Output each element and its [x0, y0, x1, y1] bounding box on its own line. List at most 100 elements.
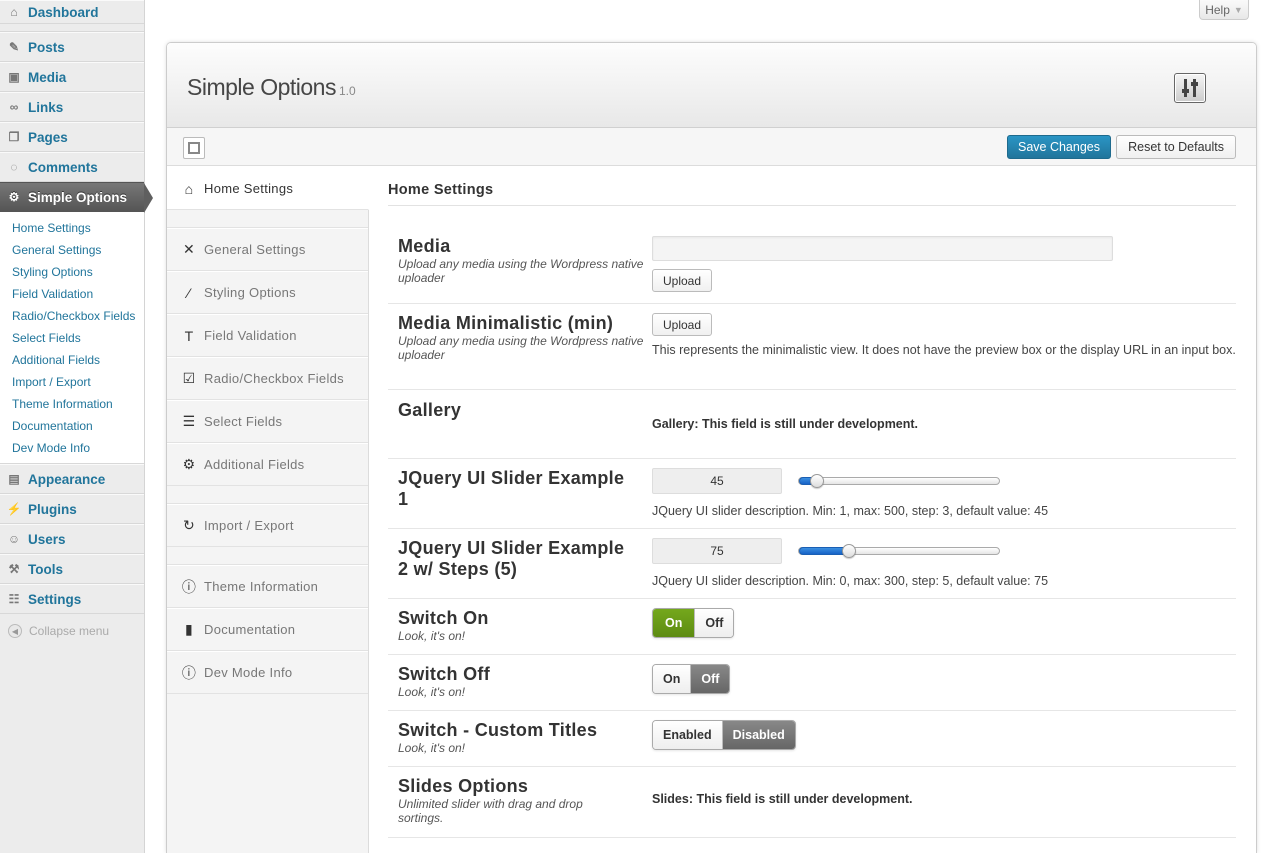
- menu-links[interactable]: ∞ Links: [0, 92, 144, 122]
- menu-settings[interactable]: ☷ Settings: [0, 584, 144, 614]
- nav-gap: [167, 486, 368, 504]
- switch-on-option[interactable]: On: [653, 609, 695, 637]
- menu-pages[interactable]: ❐ Pages: [0, 122, 144, 152]
- tab-dev-mode-info[interactable]: ⓘ Dev Mode Info: [167, 651, 368, 694]
- submenu-item[interactable]: Field Validation: [0, 283, 144, 305]
- menu-media[interactable]: ▣ Media: [0, 62, 144, 92]
- tab-label: General Settings: [204, 242, 306, 257]
- field-label-block: Switch - Custom Titles Look, it's on!: [398, 720, 652, 766]
- submenu-item[interactable]: Home Settings: [0, 217, 144, 239]
- submenu-item[interactable]: Select Fields: [0, 327, 144, 349]
- field-control: 75 JQuery UI slider description. Min: 0,…: [652, 538, 1236, 598]
- row-switch-custom: Switch - Custom Titles Look, it's on! En…: [388, 711, 1236, 767]
- switch-off-option[interactable]: Off: [690, 665, 730, 693]
- comment-icon: ◌: [10, 160, 18, 174]
- submenu-item[interactable]: Dev Mode Info: [0, 437, 144, 459]
- submenu-item[interactable]: Theme Information: [0, 393, 144, 415]
- switch-toggle[interactable]: Enabled Disabled: [652, 720, 796, 750]
- submenu-item[interactable]: Import / Export: [0, 371, 144, 393]
- submenu-item[interactable]: Additional Fields: [0, 349, 144, 371]
- slider-value-input[interactable]: 75: [652, 538, 782, 564]
- menu-plugins[interactable]: ⚡ Plugins: [0, 494, 144, 524]
- field-control: Gallery: This field is still under devel…: [652, 400, 1236, 458]
- tab-general-settings[interactable]: ✕ General Settings: [167, 228, 368, 271]
- panel-title-text: Simple Options: [187, 74, 336, 100]
- submenu-item[interactable]: General Settings: [0, 239, 144, 261]
- options-nav: ⌂ Home Settings ✕ General Settings ⁄ Sty…: [167, 167, 369, 853]
- field-label-block: Media Minimalistic (min) Upload any medi…: [398, 313, 652, 389]
- upload-button[interactable]: Upload: [652, 269, 713, 292]
- upload-button[interactable]: Upload: [652, 313, 713, 336]
- expand-toggle[interactable]: [183, 137, 205, 159]
- tab-label: Radio/Checkbox Fields: [204, 371, 344, 386]
- help-tab[interactable]: Help ▼: [1199, 0, 1249, 20]
- menu-label: Users: [28, 531, 66, 547]
- menu-appearance[interactable]: ▤ Appearance: [0, 464, 144, 494]
- menu-comments[interactable]: ◌ Comments: [0, 152, 144, 182]
- field-description: Upload any media using the Wordpress nat…: [398, 334, 644, 362]
- info-icon: ⓘ: [181, 578, 197, 595]
- menu-label: Media: [28, 69, 67, 85]
- save-changes-button[interactable]: Save Changes: [1006, 135, 1111, 159]
- switch-toggle[interactable]: On Off: [652, 608, 735, 638]
- plug-icon: ⚡: [6, 502, 22, 516]
- refresh-icon: ↻: [182, 517, 196, 533]
- tab-theme-information[interactable]: ⓘ Theme Information: [167, 565, 368, 608]
- dashboard-icon: ⌂: [10, 5, 18, 19]
- slider-track[interactable]: [798, 544, 1000, 558]
- menu-label: Pages: [28, 129, 68, 145]
- media-url-input[interactable]: [652, 236, 1113, 261]
- submenu-item[interactable]: Styling Options: [0, 261, 144, 283]
- simple-options-submenu: Home Settings General Settings Styling O…: [0, 212, 144, 464]
- menu-users[interactable]: ☺ Users: [0, 524, 144, 554]
- field-control: 45 JQuery UI slider description. Min: 1,…: [652, 468, 1236, 528]
- home-icon: ⌂: [184, 180, 194, 197]
- collapse-arrow-icon: ◀: [8, 624, 22, 638]
- reset-defaults-button[interactable]: Reset to Defaults: [1116, 135, 1236, 159]
- tab-styling-options[interactable]: ⁄ Styling Options: [167, 271, 368, 314]
- row-slider-2: JQuery UI Slider Example 2 w/ Steps (5) …: [388, 529, 1236, 599]
- tab-select-fields[interactable]: ☰ Select Fields: [167, 400, 368, 443]
- switch-on-option[interactable]: Enabled: [653, 721, 722, 749]
- help-label: Help: [1205, 2, 1230, 17]
- slider-handle[interactable]: [809, 474, 824, 488]
- tab-radio-checkbox[interactable]: ☑ Radio/Checkbox Fields: [167, 357, 368, 400]
- slider-handle[interactable]: [842, 544, 856, 558]
- panel-toolbar: Save Changes Reset to Defaults: [167, 128, 1256, 166]
- slider-track[interactable]: [798, 474, 1000, 488]
- tools-icon: ⚒: [8, 562, 20, 576]
- menu-dashboard[interactable]: ⌂ Dashboard: [0, 0, 144, 24]
- info-icon: ⓘ: [181, 664, 197, 681]
- menu-tools[interactable]: ⚒ Tools: [0, 554, 144, 584]
- menu-separator: [0, 24, 144, 32]
- submenu-item[interactable]: Radio/Checkbox Fields: [0, 305, 144, 327]
- menu-simple-options[interactable]: ⚙ Simple Options: [0, 182, 153, 213]
- tab-additional-fields[interactable]: ⚙ Additional Fields: [167, 443, 368, 486]
- field-label-block: Media Upload any media using the Wordpre…: [398, 236, 652, 303]
- field-note: Gallery: This field is still under devel…: [652, 417, 919, 431]
- tab-documentation[interactable]: ▮ Documentation: [167, 608, 368, 651]
- text-icon: T: [184, 327, 194, 344]
- tab-home-settings[interactable]: ⌂ Home Settings: [167, 167, 369, 210]
- cogs-icon: ⚙: [182, 456, 196, 472]
- collapse-menu[interactable]: ◀ Collapse menu: [0, 614, 144, 648]
- field-label-block: JQuery UI Slider Example 1: [398, 468, 652, 528]
- field-label-block: Slides Options Unlimited slider with dra…: [398, 776, 652, 837]
- tab-import-export[interactable]: ↻ Import / Export: [167, 504, 368, 547]
- switch-off-option[interactable]: Off: [694, 609, 734, 637]
- switch-toggle[interactable]: On Off: [652, 664, 731, 694]
- chevron-down-icon: ▼: [1233, 4, 1243, 15]
- menu-posts[interactable]: ✎ Posts: [0, 32, 144, 62]
- submenu-item[interactable]: Documentation: [0, 415, 144, 437]
- row-slider-1: JQuery UI Slider Example 1 45 JQuery UI …: [388, 459, 1236, 529]
- collapse-label: Collapse menu: [29, 624, 110, 638]
- tab-field-validation[interactable]: T Field Validation: [167, 314, 368, 357]
- switch-off-option[interactable]: Disabled: [721, 721, 795, 749]
- slider-value-input[interactable]: 45: [652, 468, 782, 494]
- switch-on-option[interactable]: On: [653, 665, 691, 693]
- field-control: Upload: [652, 236, 1236, 303]
- field-description: Look, it's on!: [398, 629, 465, 643]
- field-label: Slides Options: [398, 776, 529, 796]
- field-label: Switch - Custom Titles: [398, 720, 598, 740]
- field-label: Media Minimalistic (min): [398, 313, 614, 333]
